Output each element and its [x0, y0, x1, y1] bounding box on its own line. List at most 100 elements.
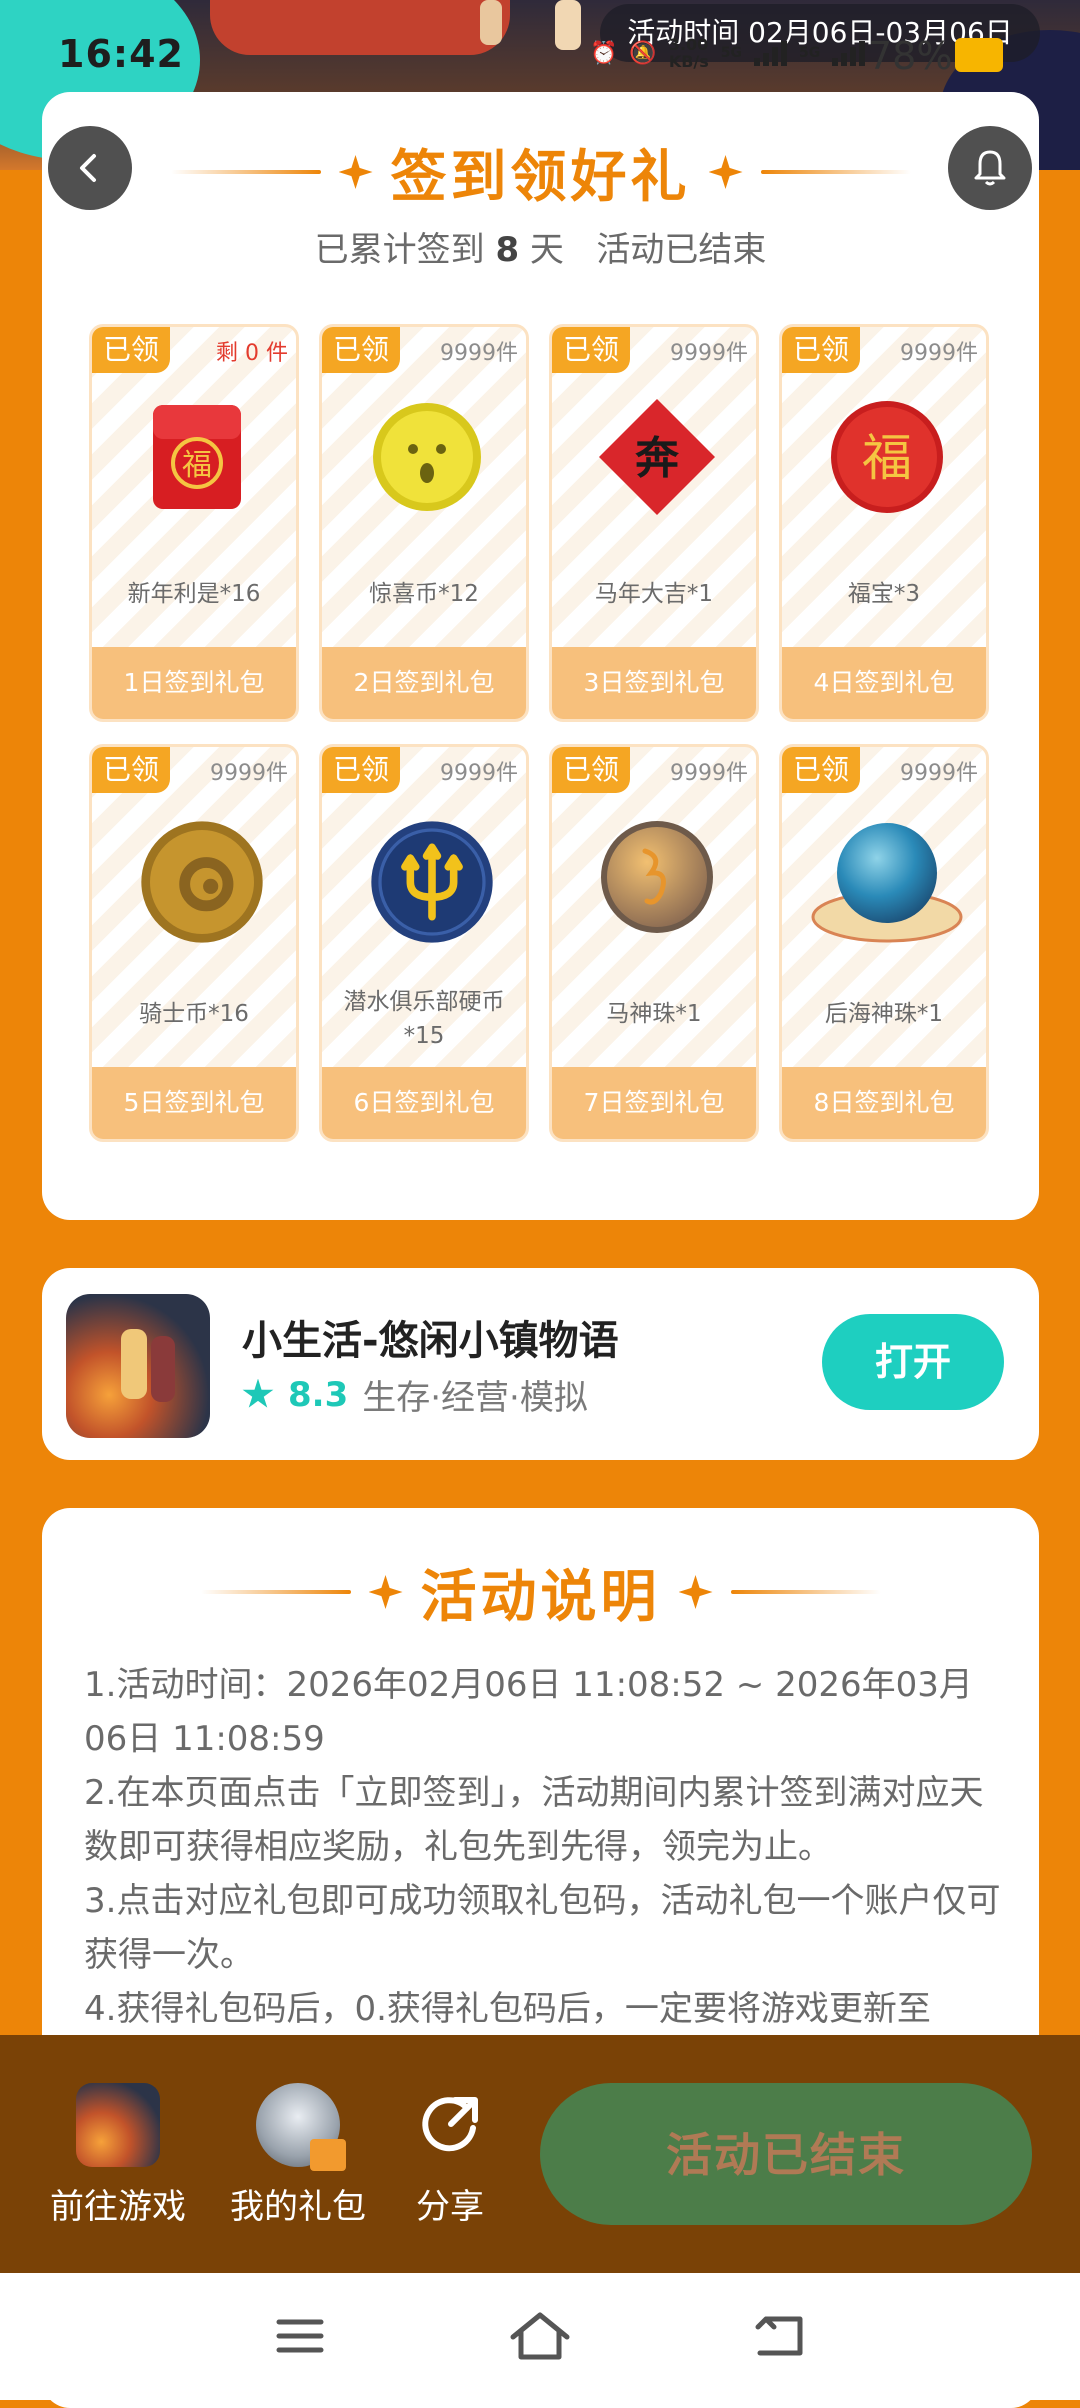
gift-footer: 4日签到礼包: [782, 647, 986, 719]
stock-count: 9999件: [900, 341, 978, 366]
claimed-badge: 已领: [782, 327, 860, 373]
signin-days-count: 8: [495, 230, 520, 270]
my-gifts-button[interactable]: 我的礼包: [228, 2083, 368, 2228]
sparkle-icon: [708, 155, 743, 189]
back-button[interactable]: [48, 126, 132, 210]
stock-count: 9999件: [440, 341, 518, 366]
back-arrow-icon: [755, 2316, 803, 2356]
share-label: 分享: [416, 2187, 484, 2227]
claimed-badge: 已领: [552, 327, 630, 373]
rules-line: 4.获得礼包码后，0.获得礼包码后，一定要将游戏更新至: [84, 1989, 931, 2029]
network-type: 5G: [720, 45, 743, 61]
claimed-badge: 已领: [552, 747, 630, 793]
summary-suffix: 天: [529, 230, 564, 270]
claimed-badge: 已领: [92, 327, 170, 373]
banner-illustration: [210, 0, 510, 55]
notification-button[interactable]: [948, 126, 1032, 210]
sea-god-pearl-icon: [807, 817, 967, 943]
gift-card-day5[interactable]: 已领 9999件 骑士币*16 5日签到礼包: [89, 744, 299, 1142]
gift-footer: 8日签到礼包: [782, 1067, 986, 1139]
network-type: 5G: [799, 45, 821, 61]
signal-icon: [832, 40, 866, 66]
gift-avatar-icon: [256, 2083, 346, 2171]
go-game-label: 前往游戏: [50, 2187, 186, 2227]
sparkle-icon: [368, 1575, 403, 1609]
gift-name: 骑士币*16: [139, 1001, 249, 1027]
open-game-button[interactable]: 打开: [822, 1314, 1004, 1410]
star-icon: [242, 1378, 274, 1408]
menu-icon: [276, 2319, 324, 2353]
rules-line: 1.活动时间：2026年02月06日 11:08:52 ~ 2026年03月06…: [84, 1665, 973, 1759]
title-decoration-line: [730, 1590, 881, 1594]
fu-treasure-icon: 福: [827, 397, 947, 517]
bell-icon: [974, 150, 1006, 186]
surprise-coin-icon: [367, 397, 487, 517]
mute-icon: 🔕: [629, 40, 657, 66]
claimed-badge: 已领: [782, 747, 860, 793]
home-icon: [510, 2312, 570, 2360]
gift-footer: 7日签到礼包: [552, 1067, 756, 1139]
net-speed-unit: KB/s: [668, 52, 709, 71]
gift-name: 马神珠*1: [606, 1001, 702, 1027]
horse-year-icon: 奔: [597, 397, 717, 517]
stock-count: 9999件: [670, 341, 748, 366]
svg-text:福: 福: [182, 448, 212, 483]
go-game-button[interactable]: 前往游戏: [48, 2083, 188, 2228]
gift-footer: 6日签到礼包: [322, 1067, 526, 1139]
gift-card-day8[interactable]: 已领 9999件 后海神珠*1 8日签到礼包: [779, 744, 989, 1142]
red-envelope-icon: 福: [137, 397, 257, 517]
activity-ended-button[interactable]: 活动已结束: [540, 2083, 1032, 2225]
gift-card-day2[interactable]: 已领 9999件 惊喜币*12 2日签到礼包: [319, 324, 529, 722]
sparkle-icon: [338, 155, 373, 189]
gift-card-day6[interactable]: 已领 9999件 潜水俱乐部硬币*15 6日签到礼包: [319, 744, 529, 1142]
battery-icon: [955, 38, 1003, 72]
menu-nav-button[interactable]: [260, 2301, 340, 2371]
rules-text: 1.活动时间：2026年02月06日 11:08:52 ~ 2026年03月06…: [84, 1658, 1009, 2036]
rules-line: 3.点击对应礼包即可成功领取礼包码，活动礼包一个账户仅可获得一次。: [84, 1881, 1001, 1975]
gift-card-day3[interactable]: 已领 9999件 奔 马年大吉*1 3日签到礼包: [549, 324, 759, 722]
gift-name: 新年利是*16: [127, 581, 261, 607]
gift-card-day1[interactable]: 已领 剩 0 件 福 新年利是*16 1日签到礼包: [89, 324, 299, 722]
status-icons: ⏰ 🔕 3.00 KB/s 5G 5G: [590, 28, 866, 78]
summary-prefix: 已累计签到: [314, 230, 485, 270]
game-app-card[interactable]: 小生活-悠闲小镇物语 8.3 生存·经营·模拟 打开: [42, 1268, 1039, 1460]
game-tags: 生存·经营·模拟: [362, 1378, 588, 1418]
stock-count: 9999件: [210, 761, 288, 786]
rules-title: 活动说明: [420, 1564, 661, 1630]
net-speed: 3.00 KB/s: [669, 36, 709, 70]
signal-icon: [754, 40, 788, 66]
title-decoration-line: [200, 1590, 351, 1594]
stock-count: 9999件: [670, 761, 748, 786]
stock-count: 9999件: [900, 761, 978, 786]
rules-line: 2.在本页面点击「立即签到」，活动期间内累计签到满对应天数即可获得相应奖励，礼包…: [84, 1773, 984, 1867]
bottom-action-bar: 前往游戏 我的礼包 分享 活动已结束: [0, 2035, 1080, 2273]
game-app-icon: [66, 1294, 210, 1438]
share-button[interactable]: 分享: [380, 2083, 520, 2228]
signin-card: 签到领好礼 已累计签到 8 天 活动已结束 已领 剩 0 件 福 新年利是*16…: [42, 92, 1039, 1220]
signin-title: 签到领好礼: [390, 144, 691, 210]
banner-illustration: [555, 0, 581, 50]
claimed-badge: 已领: [92, 747, 170, 793]
home-nav-button[interactable]: [500, 2301, 580, 2371]
gift-footer: 2日签到礼包: [322, 647, 526, 719]
alarm-icon: ⏰: [590, 40, 618, 66]
game-rating: 8.3: [288, 1374, 349, 1415]
stock-count: 剩 0 件: [216, 341, 288, 366]
app-icon-figure: [121, 1329, 147, 1399]
gift-name: 潜水俱乐部硬币*15: [343, 989, 505, 1049]
my-gifts-label: 我的礼包: [230, 2187, 366, 2227]
gift-footer: 1日签到礼包: [92, 647, 296, 719]
system-nav-bar: [0, 2273, 1080, 2400]
knight-coin-icon: [137, 817, 263, 943]
game-icon: [76, 2083, 160, 2167]
back-nav-button[interactable]: [740, 2301, 820, 2371]
svg-text:福: 福: [862, 429, 912, 487]
gift-name: 惊喜币*12: [369, 581, 479, 607]
gift-card-day4[interactable]: 已领 9999件 福 福宝*3 4日签到礼包: [779, 324, 989, 722]
gift-name: 马年大吉*1: [594, 581, 714, 607]
gift-footer: 5日签到礼包: [92, 1067, 296, 1139]
banner-illustration: [480, 0, 502, 45]
signin-title-row: 签到领好礼: [42, 132, 1039, 212]
event-status: 活动已结束: [596, 230, 767, 270]
gift-card-day7[interactable]: 已领 9999件 马神珠*1 7日签到礼包: [549, 744, 759, 1142]
